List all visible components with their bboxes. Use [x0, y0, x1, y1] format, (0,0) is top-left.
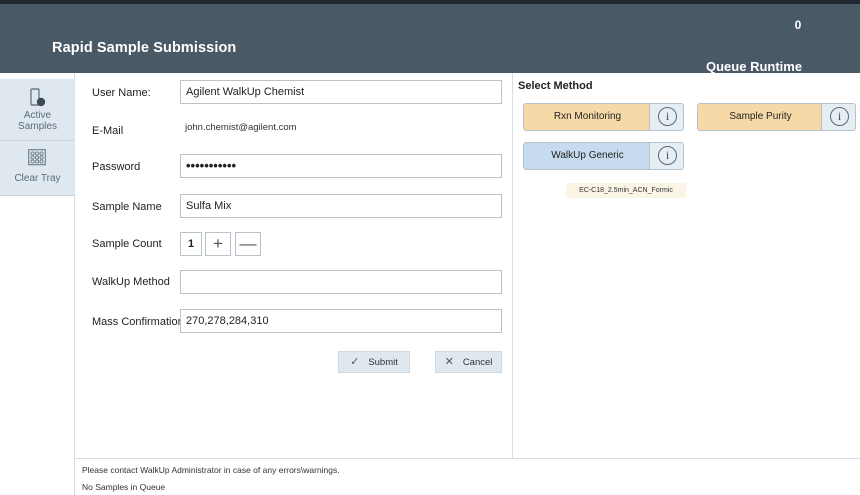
password-label: Password: [92, 161, 141, 173]
info-button[interactable]: i: [649, 143, 683, 169]
email-label: E-Mail: [92, 125, 124, 137]
info-icon: i: [830, 107, 849, 126]
sample-count-label: Sample Count: [92, 238, 162, 250]
cancel-button[interactable]: ✕ Cancel: [435, 351, 502, 373]
increment-button[interactable]: +: [205, 232, 231, 256]
app-header: Rapid Sample Submission 0 Queue Runtime: [0, 0, 860, 74]
panel-divider: [512, 73, 513, 458]
walkup-method-label: WalkUp Method: [92, 276, 170, 288]
check-icon: ✓: [350, 356, 360, 368]
method-label: WalkUp Generic: [551, 150, 624, 161]
active-samples-label-1: Active: [23, 110, 52, 121]
select-method-title: Select Method: [518, 80, 593, 92]
queue-status: No Samples in Queue: [82, 482, 166, 492]
mass-confirmation-label: Mass Confirmation: [92, 316, 184, 328]
app-title: Rapid Sample Submission: [52, 40, 237, 56]
clear-tray-button[interactable]: Clear Tray: [0, 141, 75, 196]
submit-label: Submit: [368, 357, 398, 368]
active-samples-label-2: Samples: [18, 121, 57, 132]
method-rxn-monitoring[interactable]: Rxn Monitoring i: [523, 103, 684, 131]
method-label: Sample Purity: [729, 111, 792, 122]
info-button[interactable]: i: [821, 104, 855, 130]
status-bar: Please contact WalkUp Administrator in c…: [75, 458, 860, 495]
decrement-button[interactable]: —: [235, 232, 261, 256]
method-label: Rxn Monitoring: [553, 111, 622, 122]
vial-icon: [30, 88, 46, 107]
sidebar: Active Samples Clear Tray: [0, 73, 75, 495]
close-icon: ✕: [444, 356, 454, 368]
user-name-label: User Name:: [92, 87, 151, 99]
tray-grid-icon: [28, 149, 46, 166]
password-input[interactable]: •••••••••••: [180, 154, 502, 178]
method-subtitle: EC-C18_2.5min_ACN_Formic: [566, 183, 686, 198]
method-sample-purity[interactable]: Sample Purity i: [697, 103, 856, 131]
active-samples-button[interactable]: Active Samples: [0, 79, 75, 141]
info-button[interactable]: i: [649, 104, 683, 130]
submit-button[interactable]: ✓ Submit: [338, 351, 410, 373]
queue-runtime-label: Queue Runtime: [706, 59, 803, 74]
queue-count: 0: [794, 18, 802, 32]
mass-confirmation-input[interactable]: 270,278,284,310: [180, 309, 502, 333]
walkup-method-input[interactable]: [180, 270, 502, 294]
info-icon: i: [658, 107, 677, 126]
sample-name-input[interactable]: Sulfa Mix: [180, 194, 502, 218]
email-value: john.chemist@agilent.com: [180, 117, 502, 141]
status-message: Please contact WalkUp Administrator in c…: [82, 465, 340, 475]
clear-tray-label: Clear Tray: [14, 173, 61, 184]
method-walkup-generic[interactable]: WalkUp Generic i: [523, 142, 684, 170]
info-icon: i: [658, 146, 677, 165]
sample-name-label: Sample Name: [92, 201, 162, 213]
sample-count-value[interactable]: 1: [180, 232, 202, 256]
cancel-label: Cancel: [462, 357, 493, 368]
user-name-input[interactable]: Agilent WalkUp Chemist: [180, 80, 502, 104]
